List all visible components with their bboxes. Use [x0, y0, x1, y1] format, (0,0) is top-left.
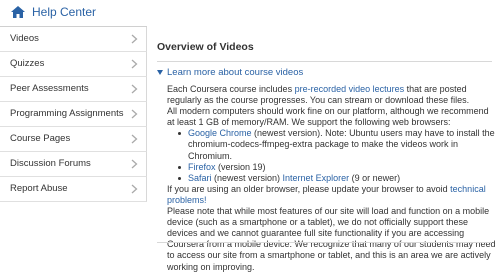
chevron-right-icon — [131, 84, 138, 94]
sidebar-item-course-pages[interactable]: Course Pages — [0, 127, 147, 152]
firefox-link[interactable]: Firefox — [188, 162, 216, 172]
intro-paragraph: Each Coursera course includes pre-record… — [167, 84, 497, 106]
sidebar-item-quizzes[interactable]: Quizzes — [0, 52, 147, 77]
update-paragraph: If you are using an older browser, pleas… — [167, 184, 497, 206]
text-span: (newest version) — [211, 172, 283, 183]
divider — [157, 61, 492, 62]
mobile-paragraph: Please note that while most features of … — [167, 206, 496, 272]
text-span: Each Coursera course includes — [167, 84, 295, 94]
safari-link[interactable]: Safari — [188, 173, 212, 183]
section-toggle-label[interactable]: Learn more about course videos — [167, 66, 303, 79]
requirements-paragraph: All modern computers should work fine on… — [167, 106, 489, 128]
chevron-right-icon — [131, 134, 138, 144]
list-item: Safari (newest version) Internet Explore… — [178, 172, 497, 184]
chevron-right-icon — [131, 159, 138, 169]
google-chrome-link[interactable]: Google Chrome — [188, 128, 252, 138]
sidebar-item-label: Programming Assignments — [10, 108, 124, 119]
divider — [157, 242, 492, 243]
sidebar-nav: Videos Quizzes Peer Assessments Programm… — [0, 26, 147, 271]
main-content: Overview of Videos Learn more about cour… — [148, 26, 500, 273]
sidebar-item-peer-assessments[interactable]: Peer Assessments — [0, 77, 147, 102]
list-item: Firefox (version 19) — [178, 161, 497, 173]
text-span: (9 or newer) — [349, 172, 401, 183]
list-item: Google Chrome (newest version). Note: Ub… — [178, 128, 497, 161]
sidebar-item-programming-assignments[interactable]: Programming Assignments — [0, 102, 147, 127]
sidebar-item-label: Videos — [10, 33, 39, 44]
page-title: Overview of Videos — [157, 41, 254, 53]
sidebar-item-label: Quizzes — [10, 58, 45, 69]
text-span: If you are using an older browser, pleas… — [167, 183, 451, 194]
sidebar-item-label: Discussion Forums — [10, 158, 91, 169]
browser-list: Google Chrome (newest version). Note: Ub… — [167, 128, 497, 183]
chevron-right-icon — [131, 34, 138, 44]
sidebar-item-label: Course Pages — [10, 133, 71, 144]
chevron-right-icon — [131, 184, 138, 194]
help-center-link[interactable]: Help Center — [32, 5, 96, 19]
chevron-right-icon — [131, 109, 138, 119]
video-lectures-link[interactable]: pre-recorded video lectures — [295, 84, 405, 94]
sidebar-item-videos[interactable]: Videos — [0, 27, 147, 52]
text-span: (version 19) — [215, 161, 266, 172]
sidebar-item-label: Report Abuse — [10, 183, 68, 194]
internet-explorer-link[interactable]: Internet Explorer — [283, 173, 350, 183]
section-body: Each Coursera course includes pre-record… — [167, 84, 497, 273]
sidebar-item-label: Peer Assessments — [10, 83, 89, 94]
top-bar: Help Center — [0, 0, 500, 26]
home-icon[interactable] — [10, 5, 26, 19]
caret-down-icon — [157, 70, 163, 75]
sidebar-item-discussion-forums[interactable]: Discussion Forums — [0, 152, 147, 177]
sidebar-item-report-abuse[interactable]: Report Abuse — [0, 177, 147, 202]
chevron-right-icon — [131, 59, 138, 69]
